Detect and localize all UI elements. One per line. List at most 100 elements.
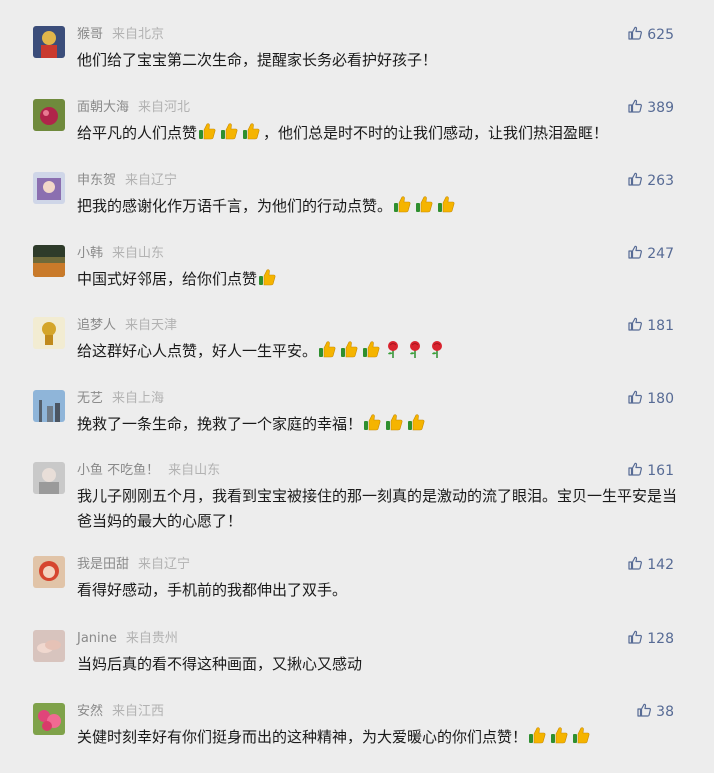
user-nickname[interactable]: 安然 [77, 704, 103, 719]
user-location: 来自辽宁 [138, 557, 191, 572]
like-count: 128 [647, 631, 674, 647]
comment-text: 把我的感谢化作万语千言，为他们的行动点赞。 [77, 194, 683, 222]
avatar[interactable] [33, 26, 65, 58]
emoji-group [257, 267, 279, 295]
thumbs-up-icon [219, 121, 239, 141]
comment-text: 挽救了一条生命，挽救了一个家庭的幸福！ [77, 412, 683, 440]
thumbs-up-icon [197, 121, 217, 141]
thumbs-up-icon [549, 725, 569, 745]
thumbs-up-icon [361, 339, 381, 359]
thumbs-up-icon [627, 630, 647, 647]
user-nickname[interactable]: Janine [77, 631, 117, 646]
user-location: 来自山东 [112, 246, 165, 261]
comment-text-body: 中国式好邻居，给你们点赞 [77, 270, 258, 288]
avatar[interactable] [33, 703, 65, 735]
thumbs-up-icon [257, 267, 277, 287]
like-count: 161 [647, 463, 674, 479]
thumbs-up-icon [627, 390, 647, 407]
avatar[interactable] [33, 556, 65, 588]
comment-text-body: 我儿子刚刚五个月，我看到宝宝被接住的那一刻真的是激动的流了眼泪。宝贝一生平安是当… [77, 487, 678, 530]
user-nickname[interactable]: 小韩 [77, 246, 103, 261]
like-count: 142 [647, 557, 674, 573]
rose-icon [405, 339, 425, 359]
avatar[interactable] [33, 172, 65, 204]
thumbs-up-icon [627, 462, 647, 479]
thumbs-up-icon [627, 556, 647, 573]
comment-text-body: 把我的感谢化作万语千言，为他们的行动点赞。 [77, 197, 393, 215]
comment-text: 看得好感动，手机前的我都伸出了双手。 [77, 578, 683, 603]
avatar[interactable] [33, 462, 65, 494]
user-nickname[interactable]: 我是田甜 [77, 557, 129, 572]
user-nickname[interactable]: 小鱼 不吃鱼！ [77, 463, 159, 478]
avatar[interactable] [33, 630, 65, 662]
thumbs-up-icon [384, 412, 404, 432]
thumbs-up-icon [362, 412, 382, 432]
comment-text: 他们给了宝宝第二次生命，提醒家长务必看护好孩子！ [77, 48, 683, 73]
like-count: 389 [647, 100, 674, 116]
user-location: 来自天津 [125, 318, 178, 333]
comment-text: 关健时刻幸好有你们挺身而出的这种精神，为大爱暖心的你们点赞！ [77, 725, 683, 753]
user-location: 来自山东 [168, 463, 221, 478]
like-count: 263 [647, 173, 674, 189]
comment-meta: 猴哥 来自北京 [77, 26, 164, 44]
thumbs-up-icon [627, 26, 647, 43]
like-button[interactable]: 247 [627, 244, 674, 264]
thumbs-up-icon [627, 172, 647, 189]
comment-text-body: 关健时刻幸好有你们挺身而出的这种精神，为大爱暖心的你们点赞！ [77, 728, 528, 746]
like-button[interactable]: 263 [627, 171, 674, 191]
comment-meta: 面朝大海 来自河北 [77, 99, 190, 117]
avatar[interactable] [33, 317, 65, 349]
emoji-group [527, 725, 593, 753]
avatar[interactable] [33, 390, 65, 422]
thumbs-up-icon [627, 317, 647, 334]
emoji-group [392, 194, 458, 222]
comment-meta: 安然 来自江西 [77, 703, 164, 721]
user-nickname[interactable]: 追梦人 [77, 318, 116, 333]
user-location: 来自江西 [112, 704, 165, 719]
thumbs-up-icon [241, 121, 261, 141]
comment-meta: Janine 来自贵州 [77, 630, 178, 648]
like-count: 180 [647, 391, 674, 407]
user-nickname[interactable]: 面朝大海 [77, 100, 129, 115]
emoji-group [197, 121, 263, 149]
emoji-group [362, 412, 428, 440]
avatar[interactable] [33, 245, 65, 277]
like-button[interactable]: 625 [627, 25, 674, 45]
user-location: 来自辽宁 [125, 173, 178, 188]
comment-text-tail: ，他们总是时不时的让我们感动，让我们热泪盈眶！ [263, 124, 609, 142]
comment-list: 猴哥 来自北京 625 他们给了宝宝第二次生命，提醒家长务必看护好孩子！ 面朝大海 来自河… [0, 0, 714, 773]
comment-text-body: 他们给了宝宝第二次生命，提醒家长务必看护好孩子！ [77, 51, 438, 69]
thumbs-up-icon [627, 99, 647, 116]
like-button[interactable]: 389 [627, 98, 674, 118]
like-button[interactable]: 181 [627, 316, 674, 336]
thumbs-up-icon [392, 194, 412, 214]
comment-meta: 我是田甜 来自辽宁 [77, 556, 190, 574]
comment-text-body: 给这群好心人点赞，好人一生平安。 [77, 342, 318, 360]
thumbs-up-icon [406, 412, 426, 432]
comment-text: 给平凡的人们点赞 ，他们总是时不时的让我们感动，让我们热泪盈眶！ [77, 121, 683, 149]
rose-icon [427, 339, 447, 359]
comment-text: 中国式好邻居，给你们点赞 [77, 267, 683, 295]
comment-text: 给这群好心人点赞，好人一生平安。 [77, 339, 683, 367]
like-button[interactable]: 128 [627, 629, 674, 649]
like-button[interactable]: 38 [636, 702, 674, 722]
comment-text: 我儿子刚刚五个月，我看到宝宝被接住的那一刻真的是激动的流了眼泪。宝贝一生平安是当… [77, 484, 683, 534]
avatar[interactable] [33, 99, 65, 131]
user-nickname[interactable]: 申东贺 [77, 173, 116, 188]
user-nickname[interactable]: 猴哥 [77, 27, 103, 42]
like-count: 625 [647, 27, 674, 43]
like-button[interactable]: 161 [627, 461, 674, 481]
comment-text-body: 挽救了一条生命，挽救了一个家庭的幸福！ [77, 415, 363, 433]
comment-meta: 小韩 来自山东 [77, 245, 164, 263]
user-nickname[interactable]: 无艺 [77, 391, 103, 406]
thumbs-up-icon [414, 194, 434, 214]
like-button[interactable]: 180 [627, 389, 674, 409]
thumbs-up-icon [339, 339, 359, 359]
user-location: 来自上海 [112, 391, 165, 406]
thumbs-up-icon [636, 703, 656, 720]
like-count: 38 [656, 704, 674, 720]
like-count: 247 [647, 246, 674, 262]
like-button[interactable]: 142 [627, 555, 674, 575]
comment-text-body: 看得好感动，手机前的我都伸出了双手。 [77, 581, 348, 599]
user-location: 来自河北 [138, 100, 191, 115]
